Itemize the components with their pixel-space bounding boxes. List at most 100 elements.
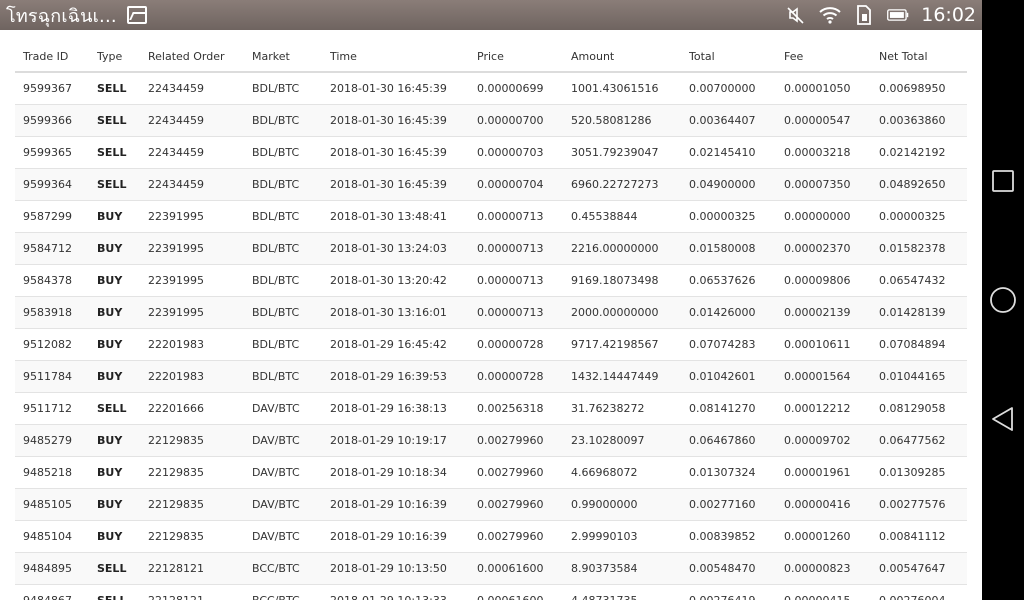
table-cell: 9485105 [23,498,72,511]
table-cell: 22129835 [148,530,204,543]
table-cell: 0.00000547 [784,114,851,127]
column-header: Time [330,49,357,63]
back-button[interactable] [986,402,1020,436]
table-cell: 22201983 [148,338,204,351]
table-cell: 2018-01-30 13:16:01 [330,306,447,319]
column-header: Price [477,49,504,63]
table-cell: 0.00012212 [784,402,851,415]
table-cell: 9512082 [23,338,72,351]
table-cell: 9485279 [23,434,72,447]
notification-title[interactable]: โทรฉุกเฉินเ... [6,1,117,30]
table-cell: SELL [97,562,127,575]
table-cell: 0.00000703 [477,146,544,159]
table-cell: 0.00000713 [477,306,544,319]
recent-apps-button[interactable] [986,164,1020,198]
table-cell: 0.06477562 [879,434,946,447]
status-icons: 16:02 [785,4,982,26]
table-row: 9511784 BUY 22201983 BDL/BTC 2018-01-29 16:3… [15,361,967,393]
table-cell: 9599366 [23,114,72,127]
column-header: Total [689,49,715,63]
table-cell: 0.00002139 [784,306,851,319]
table-cell: 22128121 [148,562,204,575]
table-cell: 22391995 [148,274,204,287]
table-cell: BUY [97,242,123,255]
table-cell: 0.00000700 [477,114,544,127]
table-cell: 9484867 [15,594,97,600]
trade-history-table: Trade ID Type Related Order Market Time Price… [15,41,967,600]
table-cell: BDL/BTC [252,306,300,319]
table-cell: 0.06467860 [689,434,756,447]
mute-icon [785,5,807,25]
table-cell: 9584712 [23,242,72,255]
table-cell: 0.00279960 [477,530,544,543]
table-cell: 6960.22727273 [571,178,659,191]
table-cell: 0.00363860 [879,114,946,127]
table-cell: 0.00000325 [689,210,756,223]
table-cell: 0.00256318 [477,402,544,415]
table-cell: 2.99990103 [571,530,638,543]
table-row: 9599366 SELL 22434459 BDL/BTC 2018-01-30 16:… [15,105,967,137]
table-cell: 0.00000699 [477,82,544,95]
table-cell: 3051.79239047 [571,146,659,159]
table-row: 9484895 SELL 22128121 BCC/BTC 2018-01-29 10:… [15,553,967,585]
table-cell: 0.00003218 [784,146,851,159]
table-cell: BCC/BTC [252,594,330,600]
table-cell: BDL/BTC [252,274,300,287]
column-header: Fee [784,49,804,63]
table-cell: 2018-01-30 16:45:39 [330,146,447,159]
table-row: 9584378 BUY 22391995 BDL/BTC 2018-01-30 13:2… [15,265,967,297]
table-cell: 9599367 [23,82,72,95]
column-header: Market [252,49,290,63]
home-button[interactable] [986,283,1020,317]
table-cell: 0.00001961 [784,466,851,479]
gallery-icon [126,6,147,24]
table-cell: 9485218 [23,466,72,479]
battery-icon [887,5,909,25]
table-cell: 2018-01-30 16:45:39 [330,114,447,127]
table-cell: BDL/BTC [252,242,300,255]
table-cell: BCC/BTC [252,562,300,575]
table-cell: 0.04892650 [879,178,946,191]
table-cell: BDL/BTC [252,114,300,127]
table-row: 9587299 BUY 22391995 BDL/BTC 2018-01-30 13:4… [15,201,967,233]
table-cell: 0.01580008 [689,242,756,255]
table-row: 9599367 SELL 22434459 BDL/BTC 2018-01-30 16:… [15,73,967,105]
table-cell: 0.00000713 [477,210,544,223]
table-cell: 23.10280097 [571,434,645,447]
table-cell: DAV/BTC [252,466,300,479]
wifi-icon [819,5,841,25]
table-cell: 0.08129058 [879,402,946,415]
table-cell: DAV/BTC [252,530,300,543]
table-cell: 22129835 [148,498,204,511]
table-cell: 2000.00000000 [571,306,659,319]
table-cell: 0.08141270 [689,402,756,415]
column-header: Amount [571,49,615,63]
table-cell: 0.00061600 [477,594,571,600]
table-cell: 2018-01-29 10:13:33 [330,594,477,600]
table-cell: 0.00001050 [784,82,851,95]
table-cell: 22201983 [148,370,204,383]
table-cell: 31.76238272 [571,402,645,415]
table-cell: 0.00009806 [784,274,851,287]
table-cell: 2018-01-29 16:39:53 [330,370,447,383]
table-cell: 0.01582378 [879,242,946,255]
table-cell: 0.00009702 [784,434,851,447]
table-cell: 9484895 [23,562,72,575]
table-cell: 1432.14447449 [571,370,659,383]
table-cell: 0.00000704 [477,178,544,191]
table-cell: BDL/BTC [252,146,300,159]
table-cell: SELL [97,114,127,127]
table-cell: 0.45538844 [571,210,638,223]
table-cell: 0.06537626 [689,274,756,287]
table-cell: 0.00547647 [879,562,946,575]
table-cell: 22129835 [148,466,204,479]
table-cell: 0.04900000 [689,178,756,191]
table-cell: 0.00002370 [784,242,851,255]
table-cell: 520.58081286 [571,114,652,127]
table-row: 9511712 SELL 22201666 DAV/BTC 2018-01-29 16:… [15,393,967,425]
table-cell: DAV/BTC [252,402,300,415]
table-cell: 8.90373584 [571,562,638,575]
table-cell: 22434459 [148,146,204,159]
table-cell: SELL [97,82,127,95]
table-cell: 9169.18073498 [571,274,659,287]
